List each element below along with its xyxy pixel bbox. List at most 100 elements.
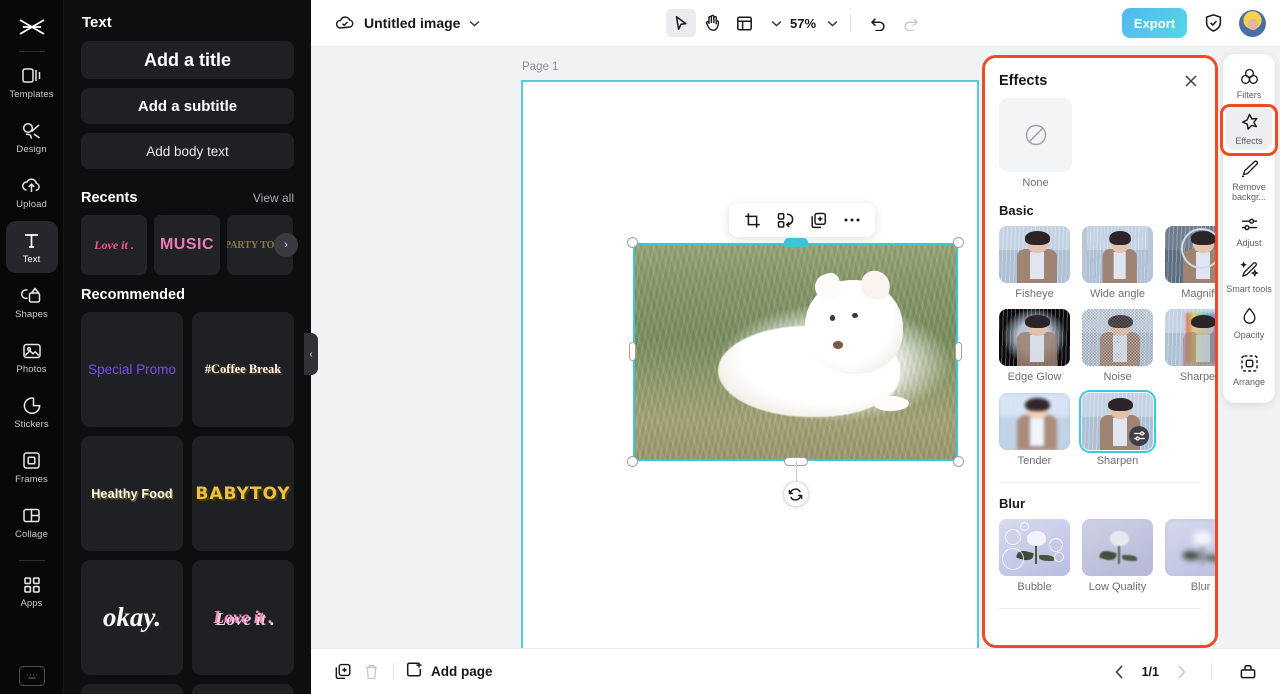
template-card[interactable] xyxy=(81,684,183,694)
next-page-button[interactable] xyxy=(1169,660,1193,684)
effect-cell-edge-glow[interactable]: Edge Glow xyxy=(999,309,1070,384)
recent-card-label: MUSIC xyxy=(159,236,215,253)
add-subtitle-button[interactable]: Add a subtitle xyxy=(81,88,294,124)
right-tool-remove-background[interactable]: Remove backgr... xyxy=(1226,153,1272,206)
effect-cell-tender[interactable]: Tender xyxy=(999,392,1070,468)
sliders-icon[interactable] xyxy=(1129,425,1149,446)
redo-button[interactable] xyxy=(895,9,925,37)
effect-thumbnail[interactable] xyxy=(1165,518,1215,576)
duplicate-button[interactable] xyxy=(805,207,832,234)
effect-preview-art xyxy=(999,226,1070,284)
recents-view-all-link[interactable]: View all xyxy=(253,191,294,205)
cutout-button[interactable] xyxy=(772,207,799,234)
effect-thumbnail[interactable] xyxy=(1082,518,1153,576)
effect-thumbnail[interactable] xyxy=(1165,226,1215,284)
export-button[interactable]: Export xyxy=(1122,8,1187,38)
sidebar-item-photos[interactable]: Photos xyxy=(6,331,58,383)
select-tool[interactable] xyxy=(665,9,696,37)
right-tool-opacity[interactable]: Opacity xyxy=(1226,301,1272,344)
selected-image-object[interactable] xyxy=(627,237,964,507)
avatar[interactable] xyxy=(1239,9,1266,37)
effect-none-button[interactable] xyxy=(999,98,1072,172)
sidebar-item-apps[interactable]: Apps xyxy=(6,565,58,617)
sidebar-item-stickers[interactable]: Stickers xyxy=(6,386,58,438)
right-tool-filters[interactable]: Filters xyxy=(1226,61,1272,104)
effect-cell-bubble[interactable]: Bubble xyxy=(999,518,1070,594)
more-horizontal-icon[interactable] xyxy=(838,207,865,234)
effect-cell-wide-angle[interactable]: Wide angle xyxy=(1082,226,1153,301)
effect-thumbnail[interactable] xyxy=(999,392,1070,450)
sidebar-item-shapes[interactable]: Shapes xyxy=(6,276,58,328)
recent-card[interactable]: MUSIC xyxy=(154,215,220,275)
resize-handle-top[interactable] xyxy=(783,238,808,247)
trash-icon[interactable] xyxy=(357,658,385,686)
panel-collapse-handle[interactable]: ‹ xyxy=(304,333,318,375)
effect-cell-blur[interactable]: Blur xyxy=(1165,518,1215,594)
resize-handle-top-right[interactable] xyxy=(953,237,964,248)
prev-page-button[interactable] xyxy=(1108,660,1132,684)
template-card[interactable]: Healthy Food xyxy=(81,436,183,551)
undo-button[interactable] xyxy=(863,9,893,37)
effect-cell-noise[interactable]: Noise xyxy=(1082,309,1153,384)
shield-check-icon[interactable] xyxy=(1198,9,1228,37)
effect-cell-sharpen-selected[interactable]: Sharpen xyxy=(1079,389,1156,468)
effects-panel-title: Effects xyxy=(999,73,1048,89)
effect-cell-magnify[interactable]: Magnify xyxy=(1165,226,1215,301)
sidebar-item-collage[interactable]: Collage xyxy=(6,496,58,548)
crop-button[interactable] xyxy=(739,207,766,234)
right-tool-arrange[interactable]: Arrange xyxy=(1226,348,1272,391)
right-tool-effects[interactable]: Effects xyxy=(1226,107,1272,151)
layout-tool[interactable] xyxy=(730,9,760,37)
template-card[interactable]: okay. xyxy=(81,560,183,675)
effect-thumbnail[interactable] xyxy=(999,226,1070,284)
template-card[interactable] xyxy=(192,684,294,694)
template-card[interactable]: Love it . xyxy=(192,560,294,675)
no-effect-icon xyxy=(1025,124,1046,146)
add-title-button[interactable]: Add a title xyxy=(81,41,294,79)
hand-tool[interactable] xyxy=(698,9,728,37)
left-nav-rail: Templates Design Upload Text Shapes Phot… xyxy=(0,0,64,694)
resize-handle-right[interactable] xyxy=(955,342,962,361)
duplicate-page-icon[interactable] xyxy=(329,658,357,686)
right-tool-label: Effects xyxy=(1235,136,1263,147)
chevron-down-icon[interactable] xyxy=(771,20,782,27)
capcut-logo-icon[interactable] xyxy=(12,12,52,42)
effect-thumbnail[interactable] xyxy=(999,518,1070,576)
right-tool-smart-tools[interactable]: Smart tools xyxy=(1226,255,1272,298)
chevron-down-icon[interactable] xyxy=(469,20,480,27)
close-icon[interactable] xyxy=(1181,71,1201,91)
chevron-right-icon[interactable]: › xyxy=(274,233,298,257)
resize-handle-left[interactable] xyxy=(629,342,636,361)
sidebar-item-upload[interactable]: Upload xyxy=(6,166,58,218)
add-page-button[interactable]: Add page xyxy=(406,661,493,683)
effect-thumbnail[interactable] xyxy=(999,309,1070,367)
resize-handle-bottom-left[interactable] xyxy=(627,456,638,467)
template-card[interactable]: Special Promo xyxy=(81,312,183,427)
document-title[interactable]: Untitled image xyxy=(364,15,460,31)
right-tool-adjust[interactable]: Adjust xyxy=(1226,209,1272,252)
effect-cell-fisheye[interactable]: Fisheye xyxy=(999,226,1070,301)
effect-cell-low-quality[interactable]: Low Quality xyxy=(1082,518,1153,594)
add-body-text-button[interactable]: Add body text xyxy=(81,133,294,169)
top-toolbar: Untitled image 57% Export xyxy=(311,0,1280,47)
template-card[interactable]: BABYTOY xyxy=(192,436,294,551)
rotate-icon[interactable] xyxy=(782,481,809,507)
effects-panel-body[interactable]: None Basic Fisheye Wide angle Magnif Edg… xyxy=(985,98,1215,645)
frames-icon xyxy=(22,450,41,472)
effect-thumbnail[interactable] xyxy=(1082,226,1153,284)
resize-handle-top-left[interactable] xyxy=(627,237,638,248)
resize-handle-bottom-right[interactable] xyxy=(953,456,964,467)
sidebar-item-frames[interactable]: Frames xyxy=(6,441,58,493)
effect-thumbnail[interactable] xyxy=(1082,309,1153,367)
sidebar-item-design[interactable]: Design xyxy=(6,111,58,163)
keyboard-shortcuts-icon[interactable] xyxy=(19,666,45,686)
recent-card[interactable]: Love it . xyxy=(81,215,147,275)
effect-thumbnail[interactable] xyxy=(1079,389,1156,453)
chevron-down-icon[interactable] xyxy=(827,20,838,27)
present-icon[interactable] xyxy=(1234,658,1262,686)
template-card[interactable]: #Coffee Break xyxy=(192,312,294,427)
sidebar-item-templates[interactable]: Templates xyxy=(6,56,58,108)
effect-thumbnail[interactable] xyxy=(1165,309,1215,367)
effect-cell-sharpen-rgb[interactable]: Sharpen xyxy=(1165,309,1215,384)
sidebar-item-text[interactable]: Text xyxy=(5,221,58,273)
